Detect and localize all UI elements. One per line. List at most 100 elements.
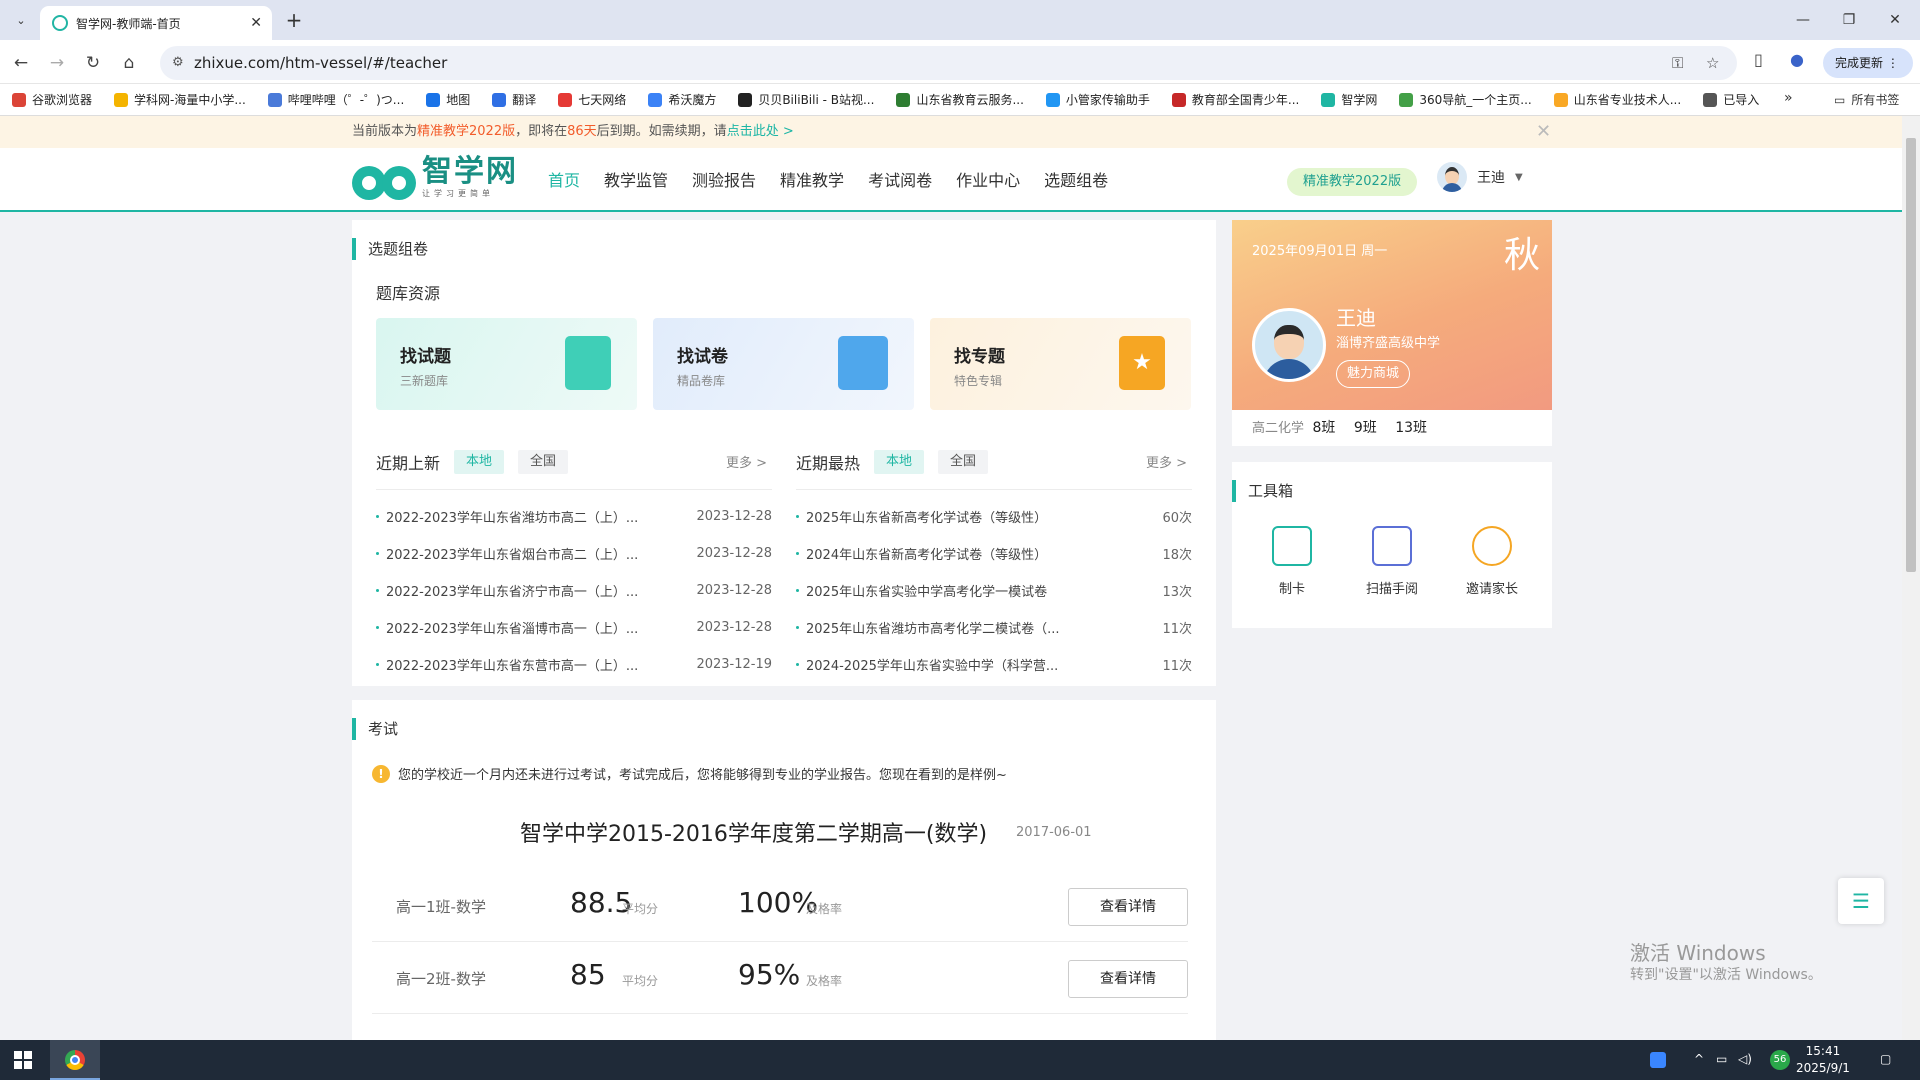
tab-search-chevron-icon[interactable]: ⌄	[10, 10, 32, 32]
make-card-tool[interactable]: 制卡	[1252, 526, 1332, 597]
tab-hot-national[interactable]: 全国	[938, 450, 989, 474]
tab-close-icon[interactable]: ✕	[250, 15, 262, 31]
bookmark-item[interactable]: 小管家传输助手	[1045, 91, 1150, 108]
bookmark-star-icon[interactable]: ☆	[1706, 46, 1719, 80]
class-item[interactable]: 9班	[1354, 420, 1377, 436]
list-item[interactable]: 2025年山东省新高考化学试卷（等级性） 60次	[796, 498, 1192, 535]
bullet-icon	[376, 589, 379, 592]
password-key-icon[interactable]: ⚿	[1672, 46, 1683, 80]
tab-recent-local[interactable]: 本地	[454, 450, 505, 474]
list-item[interactable]: 2025年山东省潍坊市高考化学二模试卷（... 11次	[796, 609, 1192, 646]
list-item[interactable]: 2022-2023学年山东省东营市高一（上）... 2023-12-19	[376, 646, 772, 683]
address-bar[interactable]: ⚙ zhixue.com/htm-vessel/#/teacher ⚿ ☆	[160, 46, 1737, 80]
view-details-button[interactable]: 查看详情	[1068, 888, 1188, 926]
profile-icon[interactable]: ●	[1790, 50, 1804, 69]
recent-more-link[interactable]: 更多 >	[726, 452, 767, 471]
tab-recent-national[interactable]: 全国	[518, 450, 569, 474]
site-info-icon[interactable]: ⚙	[172, 46, 184, 80]
bookmark-item[interactable]: 智学网	[1321, 91, 1377, 108]
expiry-notice-bar: 当前版本为精准教学2022版，即将在86天后到期。如需续期，请点击此处 > ✕	[0, 116, 1902, 148]
item-title: 2022-2023学年山东省淄博市高一（上）...	[386, 622, 639, 637]
back-icon[interactable]: ←	[8, 50, 34, 76]
bookmark-item[interactable]: 翻译	[492, 91, 536, 108]
bookmark-item[interactable]: 哔哩哔哩（゜-゜)つ...	[267, 91, 404, 108]
windows-start-icon[interactable]	[14, 1051, 32, 1069]
volume-icon[interactable]: ◁)	[1738, 1052, 1752, 1066]
renew-link[interactable]: 点击此处 >	[727, 124, 794, 139]
find-question-card[interactable]: 找试题 三新题库	[376, 318, 637, 410]
scan-review-tool[interactable]: 扫描手阅	[1352, 526, 1432, 597]
nav-item[interactable]: 教学监管	[604, 167, 668, 191]
class-item[interactable]: 13班	[1395, 420, 1427, 436]
home-icon[interactable]: ⌂	[116, 50, 142, 76]
nav-item[interactable]: 精准教学	[780, 167, 844, 191]
minimize-icon[interactable]: —	[1780, 0, 1826, 40]
nav-item[interactable]: 作业中心	[956, 167, 1020, 191]
reload-icon[interactable]: ↻	[80, 50, 106, 76]
bookmark-item[interactable]: 山东省教育云服务...	[896, 91, 1024, 108]
web-page: 当前版本为精准教学2022版，即将在86天后到期。如需续期，请点击此处 > ✕ …	[0, 116, 1902, 1040]
list-item[interactable]: 2022-2023学年山东省烟台市高二（上）... 2023-12-28	[376, 535, 772, 572]
bookmark-item[interactable]: 希沃魔方	[648, 91, 716, 108]
network-icon[interactable]: ▭	[1716, 1052, 1727, 1066]
chrome-icon	[65, 1050, 85, 1070]
bookmarks-overflow-icon[interactable]: »	[1784, 90, 1793, 106]
window-close-icon[interactable]: ✕	[1872, 0, 1918, 40]
tray-app-icon[interactable]	[1650, 1052, 1666, 1068]
scrollbar-thumb[interactable]	[1906, 138, 1916, 572]
invite-parent-tool[interactable]: 邀请家长	[1452, 526, 1532, 597]
find-paper-card[interactable]: 找试卷 精品卷库	[653, 318, 914, 410]
bookmark-item[interactable]: 学科网-海量中小学...	[114, 91, 246, 108]
restore-icon[interactable]: ❐	[1826, 0, 1872, 40]
list-item[interactable]: 2024年山东省新高考化学试卷（等级性） 18次	[796, 535, 1192, 572]
find-topic-card[interactable]: 找专题 特色专辑 ★	[930, 318, 1191, 410]
nav-item[interactable]: 测验报告	[692, 167, 756, 191]
notification-icon[interactable]: ▢	[1880, 1052, 1891, 1066]
exam-row: 高一2班-数学 85 平均分 95% 及格率 查看详情	[372, 942, 1188, 1014]
bookmark-item[interactable]: 教育部全国青少年...	[1171, 91, 1299, 108]
list-item[interactable]: 2024-2025学年山东省实验中学（科学营... 11次	[796, 646, 1192, 683]
notice-version: 精准教学2022版	[417, 124, 516, 139]
site-header: 智学网 让学习更简单 首页 教学监管 测验报告 精准教学 考试阅卷 作业中心 选题组卷 精准…	[0, 148, 1902, 212]
hot-more-link[interactable]: 更多 >	[1146, 452, 1187, 471]
feedback-chat-icon[interactable]: ☰	[1838, 878, 1884, 924]
nav-item[interactable]: 首页	[548, 167, 580, 191]
bookmark-item[interactable]: 地图	[426, 91, 470, 108]
bookmark-item[interactable]: 360导航_一个主页...	[1399, 91, 1532, 108]
page-scrollbar[interactable]	[1902, 116, 1920, 1040]
bookmark-item[interactable]: 贝贝BiliBili - B站视...	[738, 91, 874, 108]
view-details-button[interactable]: 查看详情	[1068, 960, 1188, 998]
list-item[interactable]: 2022-2023学年山东省济宁市高一（上）... 2023-12-28	[376, 572, 772, 609]
charm-mall-button[interactable]: 魅力商城	[1336, 360, 1411, 388]
notice-close-icon[interactable]: ✕	[1536, 116, 1551, 148]
tray-chevron-icon[interactable]: ^	[1694, 1052, 1704, 1066]
zhixue-logo[interactable]: 智学网 让学习更简单	[352, 152, 518, 202]
bookmark-label: 希沃魔方	[668, 93, 717, 107]
warning-text: 您的学校近一个月内还未进行过考试，考试完成后，您将能够得到专业的学业报告。您现在…	[398, 768, 1007, 783]
class-item[interactable]: 8班	[1312, 420, 1335, 436]
bookmark-item[interactable]: 七天网络	[558, 91, 626, 108]
nav-item[interactable]: 选题组卷	[1044, 167, 1108, 191]
browser-tab-active[interactable]: 智学网-教师端-首页 ✕	[40, 6, 272, 40]
tab-hot-local[interactable]: 本地	[874, 450, 925, 474]
nav-item[interactable]: 考试阅卷	[868, 167, 932, 191]
clock[interactable]: 15:41 2025/9/1	[1796, 1043, 1850, 1077]
update-button[interactable]: 完成更新 ⋮	[1823, 48, 1913, 78]
version-badge[interactable]: 精准教学2022版	[1287, 168, 1418, 196]
update-label: 完成更新	[1835, 56, 1884, 70]
all-bookmarks-folder[interactable]: ▭ 所有书签	[1834, 91, 1899, 108]
bookmark-item[interactable]: 已导入	[1703, 91, 1759, 108]
tray-360-badge[interactable]: 56	[1770, 1050, 1790, 1070]
bookmark-item[interactable]: 山东省专业技术人...	[1553, 91, 1681, 108]
exam-row: 高一1班-数学 88.5 平均分 100% 及格率 查看详情	[372, 870, 1188, 942]
bookmark-item[interactable]: 谷歌浏览器	[12, 91, 92, 108]
forward-icon[interactable]: →	[44, 50, 70, 76]
new-tab-icon[interactable]: +	[282, 9, 306, 33]
list-item[interactable]: 2022-2023学年山东省淄博市高一（上）... 2023-12-28	[376, 609, 772, 646]
side-panel-icon[interactable]: ▯	[1754, 50, 1763, 69]
question-bank-card: 选题组卷 题库资源 找试题 三新题库 找试卷 精品卷库 找专题 特色专辑 ★ 近…	[352, 220, 1216, 686]
user-menu[interactable]: 王迪 ▼	[1437, 162, 1523, 192]
list-item[interactable]: 2022-2023学年山东省潍坊市高二（上）... 2023-12-28	[376, 498, 772, 535]
taskbar-chrome-app[interactable]	[50, 1040, 100, 1080]
list-item[interactable]: 2025年山东省实验中学高考化学一模试卷 13次	[796, 572, 1192, 609]
